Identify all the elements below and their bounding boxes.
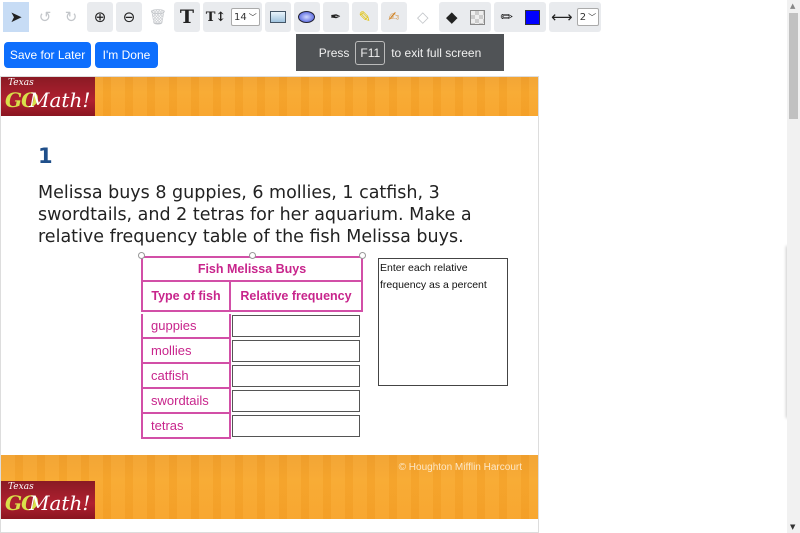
line-color-swatch[interactable] [520,2,546,32]
scroll-up-arrow-icon[interactable]: ▲ [790,2,795,10]
scroll-down-arrow-icon[interactable]: ▼ [790,523,795,531]
line-width-icon: ⟷ [550,8,573,26]
save-for-later-button[interactable]: Save for Later [4,42,91,68]
header-banner: Texas GO Math! [1,77,538,116]
redo-icon[interactable]: ↻ [58,2,84,32]
eraser-icon[interactable]: ◇ [410,2,436,32]
annotation-toolbar: ➤ ↺ ↻ ⊕ ⊖ 🗑 T T↕ 14 ﹀ ✒ ✎ ✍ ◇ ◆ ✏ ⟷ 2 ﹀ [0,0,790,34]
zoom-in-icon[interactable]: ⊕ [87,2,113,32]
chevron-down-icon: ﹀ [588,12,597,22]
table-header: Type of fish Relative frequency [141,282,363,312]
scrollbar-thumb[interactable] [789,13,798,119]
table-row: mollies [141,339,363,364]
undo-icon[interactable]: ↺ [32,2,58,32]
table-title: Fish Melissa Buys [141,256,363,282]
mollies-frequency-input[interactable] [232,340,360,362]
header-relative-frequency: Relative frequency [240,289,352,303]
resize-handle[interactable] [359,252,366,259]
table-row: swordtails [141,389,363,414]
table-row: guppies [141,314,363,339]
go-math-logo: Texas GO Math! [1,77,95,116]
ellipse-icon[interactable] [294,2,320,32]
select-pointer-icon[interactable]: ➤ [3,2,29,32]
fish-name: swordtails [141,389,231,414]
fish-name: catfish [141,364,231,389]
trash-icon[interactable]: 🗑 [145,2,171,32]
resize-handle[interactable] [249,252,256,259]
line-width-select[interactable]: 2 ﹀ [576,8,600,26]
fill-color-swatch[interactable] [465,2,491,32]
pen-icon[interactable]: ✒ [323,2,349,32]
table-row: tetras [141,414,363,439]
tetras-frequency-input[interactable] [232,415,360,437]
line-color-pencil-icon[interactable]: ✏ [494,2,520,32]
fullscreen-toast: Press F11 to exit full screen [296,34,504,71]
im-done-button[interactable]: I'm Done [95,42,158,68]
table-row: catfish [141,364,363,389]
resize-handle[interactable] [138,252,145,259]
text-tool-icon[interactable]: T [174,2,200,32]
header-type-of-fish: Type of fish [143,282,231,310]
question-number: 1 [38,144,53,168]
fish-frequency-table: Fish Melissa Buys Type of fish Relative … [138,252,366,439]
guppies-frequency-input[interactable] [232,315,360,337]
swordtails-frequency-input[interactable] [232,390,360,412]
fill-bucket-icon[interactable]: ◆ [439,2,465,32]
fish-name: mollies [141,339,231,364]
chevron-down-icon: ﹀ [248,12,257,22]
instruction-note: Enter each relative frequency as a perce… [378,258,508,386]
vertical-scrollbar[interactable]: ▲ ▼ [787,0,800,533]
font-size-select[interactable]: 14 ﹀ [231,8,260,26]
catfish-frequency-input[interactable] [232,365,360,387]
freehand-icon[interactable]: ✍ [381,2,407,32]
copyright-text: © Houghton Mifflin Harcourt [398,462,522,473]
go-math-logo: Texas GO Math! [1,481,95,519]
rectangle-icon[interactable] [265,2,291,32]
fish-name: guppies [141,314,231,339]
highlighter-icon[interactable]: ✎ [352,2,378,32]
fish-name: tetras [141,414,231,439]
f11-key: F11 [355,40,386,65]
question-text: Melissa buys 8 guppies, 6 mollies, 1 cat… [38,183,472,247]
question-page: Texas GO Math! 1 Melissa buys 8 guppies,… [0,76,539,533]
zoom-out-icon[interactable]: ⊖ [116,2,142,32]
text-size-icon: T↕ [205,9,227,25]
footer-banner: © Houghton Mifflin Harcourt Texas GO Mat… [1,455,538,519]
